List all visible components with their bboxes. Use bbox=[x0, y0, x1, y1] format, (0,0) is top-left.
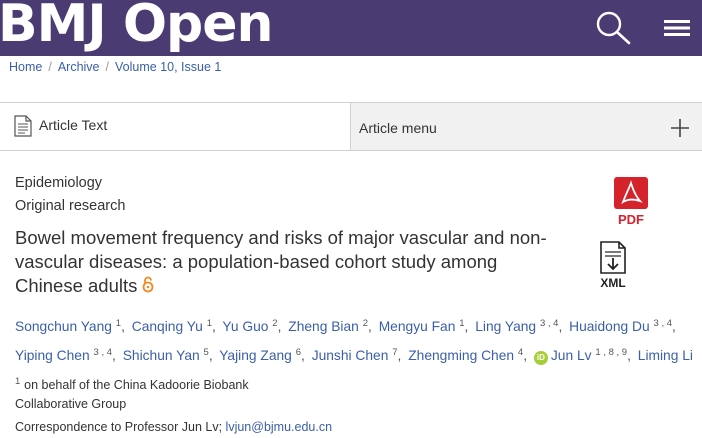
author-name[interactable]: Mengyu Fan bbox=[379, 319, 456, 334]
author-name[interactable]: Liming Li bbox=[638, 348, 693, 363]
author-name[interactable]: Zheng Bian bbox=[288, 319, 359, 334]
breadcrumb-archive[interactable]: Archive bbox=[58, 60, 100, 74]
article-title-text: Bowel movement frequency and risks of ma… bbox=[15, 227, 547, 296]
author-affiliation[interactable]: 3 , 4 bbox=[540, 318, 559, 329]
author-name[interactable]: Songchun Yang bbox=[15, 319, 112, 334]
author-name[interactable]: Yu Guo bbox=[222, 319, 268, 334]
pdf-download-link[interactable]: PDF bbox=[608, 176, 654, 228]
tab-article-menu[interactable]: Article menu bbox=[351, 102, 702, 151]
plus-icon bbox=[671, 119, 689, 137]
author-affiliation[interactable]: 2 bbox=[272, 318, 277, 329]
pdf-label: PDF bbox=[618, 212, 644, 227]
search-icon bbox=[596, 11, 631, 45]
correspondence: Correspondence to Professor Jun Lv; lvju… bbox=[15, 420, 332, 434]
breadcrumb-separator: / bbox=[48, 60, 52, 74]
tab-article-text[interactable]: Article Text bbox=[0, 102, 351, 151]
author-affiliation[interactable]: 3 , 4 bbox=[654, 318, 673, 329]
tab-article-menu-label: Article menu bbox=[359, 120, 437, 136]
pdf-icon: PDF bbox=[614, 177, 648, 227]
author-affiliation[interactable]: 1 , 8 , 9 bbox=[595, 347, 627, 358]
article-type: Original research bbox=[15, 198, 126, 214]
author-separator: , bbox=[523, 348, 528, 363]
author-separator: , bbox=[211, 319, 216, 334]
author-name[interactable]: Ling Yang bbox=[475, 319, 536, 334]
author-separator: , bbox=[672, 319, 676, 334]
author-name[interactable]: Shichun Yan bbox=[123, 348, 200, 363]
author-name[interactable]: Huaidong Du bbox=[569, 319, 650, 334]
collaborative-group: Collaborative Group bbox=[15, 397, 127, 411]
author-name[interactable]: Zhengming Chen bbox=[408, 348, 514, 363]
author-affiliation[interactable]: 7 bbox=[392, 347, 397, 358]
author-affiliation[interactable]: 3 , 4 bbox=[94, 347, 113, 358]
author-separator: , bbox=[121, 319, 125, 334]
breadcrumb-home[interactable]: Home bbox=[9, 60, 42, 74]
breadcrumb-separator: / bbox=[105, 60, 109, 74]
article-subject[interactable]: Epidemiology bbox=[15, 175, 102, 191]
article-title: Bowel movement frequency and risks of ma… bbox=[15, 226, 555, 298]
author-separator: , bbox=[208, 348, 213, 363]
author-separator: , bbox=[368, 319, 372, 334]
orcid-icon[interactable]: iD bbox=[533, 351, 548, 365]
document-icon bbox=[14, 115, 32, 137]
author-name[interactable]: Yajing Zang bbox=[219, 348, 292, 363]
author-separator: , bbox=[627, 348, 631, 363]
on-behalf-text: on behalf of the China Kadoorie Biobank bbox=[24, 378, 249, 392]
author-name[interactable]: Canqing Yu bbox=[132, 319, 203, 334]
author-separator: , bbox=[277, 319, 282, 334]
author-name[interactable]: Jun Lv bbox=[551, 348, 592, 363]
search-button[interactable] bbox=[594, 10, 632, 46]
breadcrumb-issue[interactable]: Volume 10, Issue 1 bbox=[115, 60, 221, 74]
author-affiliation[interactable]: 1 bbox=[459, 318, 464, 329]
author-separator: , bbox=[464, 319, 469, 334]
breadcrumb: Home / Archive / Volume 10, Issue 1 bbox=[9, 60, 221, 74]
author-separator: , bbox=[558, 319, 563, 334]
correspondence-email-link[interactable]: lvjun@bjmu.edu.cn bbox=[226, 420, 333, 434]
author-list: Songchun Yang 1, Canqing Yu 1, Yu Guo 2,… bbox=[15, 311, 695, 398]
author-name[interactable]: Yiping Chen bbox=[15, 348, 90, 363]
open-access-icon bbox=[142, 276, 154, 293]
hamburger-menu-icon bbox=[664, 20, 690, 36]
menu-button[interactable] bbox=[662, 13, 692, 43]
author-name[interactable]: Junshi Chen bbox=[312, 348, 389, 363]
xml-file-icon: XML bbox=[600, 241, 626, 290]
author-separator: , bbox=[397, 348, 402, 363]
author-separator: , bbox=[301, 348, 305, 363]
site-header: BMJ Open bbox=[0, 0, 702, 56]
author-affiliation[interactable]: 1 bbox=[15, 376, 20, 387]
tabs-divider bbox=[0, 150, 702, 151]
tab-article-text-label: Article Text bbox=[39, 117, 108, 133]
journal-logo[interactable]: BMJ Open bbox=[0, 0, 274, 54]
correspondence-prefix: Correspondence to Professor Jun Lv; bbox=[15, 420, 223, 434]
author-separator: , bbox=[112, 348, 116, 363]
xml-label: XML bbox=[600, 276, 625, 290]
xml-download-link[interactable]: XML bbox=[594, 240, 632, 292]
